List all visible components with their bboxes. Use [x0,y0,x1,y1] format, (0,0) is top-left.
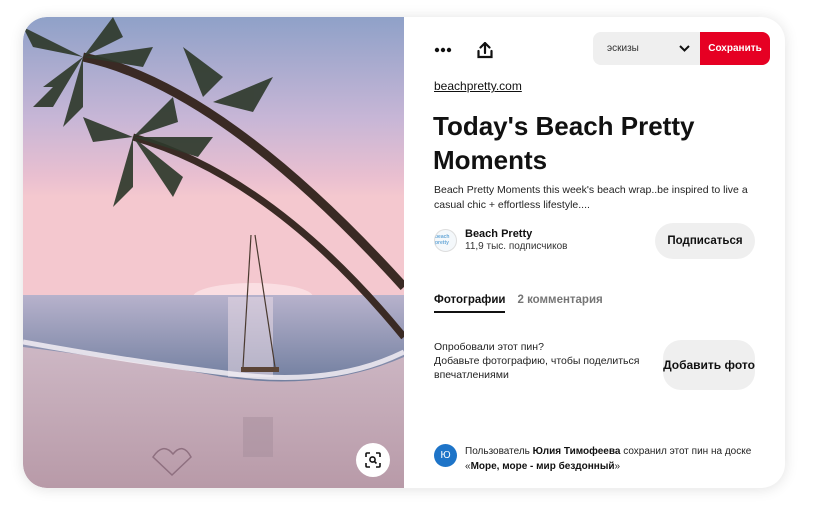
tried-question: Опробовали этот пин? [434,341,544,353]
user-avatar[interactable]: Ю [434,444,457,467]
pin-image[interactable] [23,17,404,488]
follow-button[interactable]: Подписаться [655,223,755,259]
visual-search-button[interactable] [356,443,390,477]
ellipsis-icon[interactable] [432,39,454,61]
activity-board[interactable]: Море, море - мир бездонный [471,461,615,472]
activity-prefix: Пользователь [465,446,533,457]
pin-card: эскизы Сохранить beachpretty.com Today's… [23,17,785,488]
tabs: Фотографии 2 комментария [434,294,603,313]
activity-text: Пользователь Юлия Тимофеева сохранил это… [465,444,764,474]
pin-description: Beach Pretty Moments this week's beach w… [434,184,748,211]
author-name[interactable]: Beach Pretty [465,228,567,240]
tab-comments[interactable]: 2 комментария [517,294,602,313]
activity-suffix: » [614,461,621,472]
board-select-value: эскизы [607,43,639,54]
activity-user[interactable]: Юлия Тимофеева [533,446,621,457]
chevron-down-icon [679,45,690,52]
tried-hint: Добавьте фотографию, чтобы поделиться вп… [434,355,640,381]
board-select[interactable]: эскизы [593,32,700,65]
visual-search-icon [365,452,381,468]
save-activity: Ю Пользователь Юлия Тимофеева сохранил э… [434,444,764,474]
tab-photos[interactable]: Фотографии [434,294,506,313]
tried-prompt: Опробовали этот пин? Добавьте фотографию… [434,340,674,382]
pin-title: Today's Beach Pretty Moments [433,111,695,175]
pin-details-panel: эскизы Сохранить beachpretty.com Today's… [404,17,785,488]
author-info[interactable]: beach pretty Beach Pretty 11,9 тыс. подп… [434,228,567,252]
pin-toolbar [432,39,496,61]
share-upload-icon[interactable] [474,39,496,61]
author-followers: 11,9 тыс. подписчиков [465,241,568,252]
add-photo-button[interactable]: Добавить фото [663,340,755,390]
beach-palm-photo [23,17,404,488]
source-link[interactable]: beachpretty.com [434,79,522,93]
author-avatar[interactable]: beach pretty [434,228,457,252]
save-button[interactable]: Сохранить [700,32,770,65]
